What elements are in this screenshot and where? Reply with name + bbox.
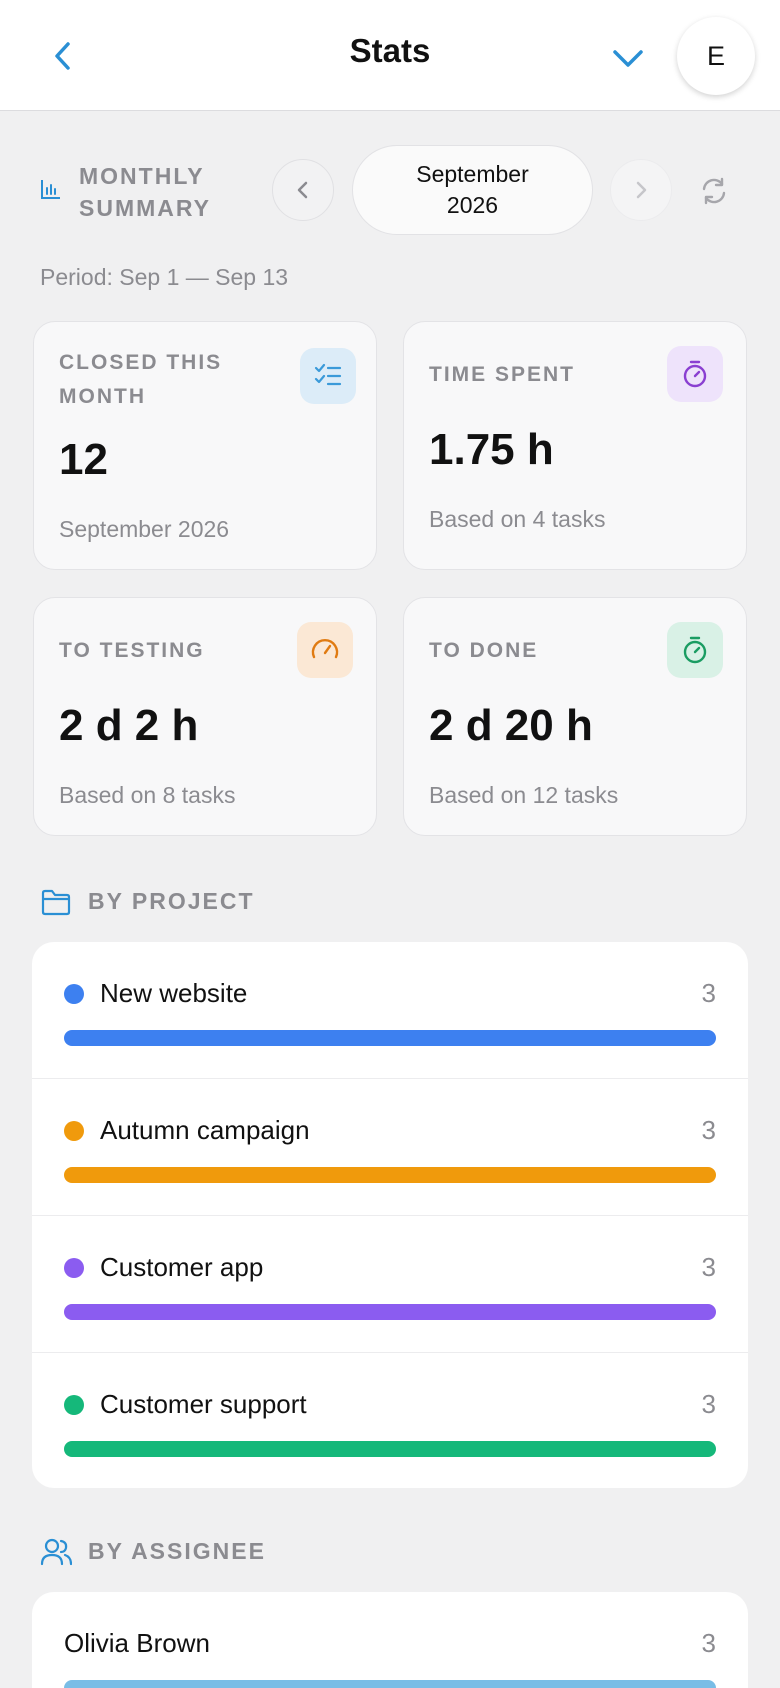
card-value: 2 d 2 h <box>59 701 199 750</box>
list-item[interactable]: Customer app 3 <box>32 1216 748 1353</box>
card-subtitle: Based on 4 tasks <box>429 506 606 532</box>
list-item[interactable]: New website 3 <box>32 942 748 1079</box>
progress-bar <box>64 1441 716 1457</box>
item-count: 3 <box>701 1389 716 1419</box>
color-dot <box>64 1121 84 1141</box>
folder-icon <box>41 889 71 916</box>
card-value: 2 d 20 h <box>429 701 593 750</box>
item-count: 3 <box>701 1628 716 1658</box>
card-label: TIME SPENT <box>429 363 576 386</box>
item-name: Olivia Brown <box>64 1628 210 1658</box>
card-value: 1.75 h <box>429 425 554 474</box>
card-label: TO DONE <box>429 639 539 662</box>
card-label: CLOSED THIS MONTH <box>59 351 223 408</box>
users-icon <box>40 1538 72 1566</box>
refresh-button[interactable] <box>698 175 730 207</box>
stopwatch-icon <box>667 346 723 402</box>
card-label: TO TESTING <box>59 639 205 662</box>
item-name: Customer support <box>100 1389 307 1419</box>
avatar[interactable]: E <box>677 17 755 95</box>
closed-this-month-card: CLOSED THIS MONTH 12 September 2026 <box>33 321 377 570</box>
color-dot <box>64 1258 84 1278</box>
period-text: Period: Sep 1 — Sep 13 <box>40 264 289 290</box>
page-title: Stats <box>349 32 431 69</box>
next-month-button[interactable] <box>610 159 672 221</box>
top-bar: Stats E <box>0 0 780 111</box>
previous-month-button[interactable] <box>272 159 334 221</box>
progress-bar <box>64 1680 716 1688</box>
checklist-icon <box>300 348 356 404</box>
dropdown-button[interactable] <box>608 38 648 78</box>
progress-bar <box>64 1167 716 1183</box>
color-dot <box>64 1395 84 1415</box>
chevron-right-icon <box>636 181 647 199</box>
monthly-summary-label: MONTHLY SUMMARY <box>79 163 211 221</box>
project-list: New website 3 Autumn campaign 3 Customer app… <box>32 942 748 1488</box>
refresh-icon <box>702 177 726 205</box>
bar-chart-icon <box>41 180 60 199</box>
chevron-down-icon <box>613 50 643 67</box>
item-name: Customer app <box>100 1252 264 1282</box>
progress-bar <box>64 1304 716 1320</box>
list-item[interactable]: Customer support 3 <box>32 1353 748 1488</box>
by-assignee-label: BY ASSIGNEE <box>88 1538 266 1564</box>
card-subtitle: September 2026 <box>59 516 230 542</box>
assignee-list: Olivia Brown 3 <box>32 1592 748 1688</box>
to-done-card: TO DONE 2 d 20 h Based on 12 tasks <box>403 597 747 836</box>
list-item[interactable]: Olivia Brown 3 <box>32 1592 748 1688</box>
timer-icon <box>667 622 723 678</box>
by-project-label: BY PROJECT <box>88 888 255 914</box>
to-testing-card: TO TESTING 2 d 2 h Based on 8 tasks <box>33 597 377 836</box>
progress-bar <box>64 1030 716 1046</box>
month-selector[interactable]: September 2026 <box>352 145 593 235</box>
gauge-icon <box>297 622 353 678</box>
item-name: New website <box>100 978 248 1008</box>
card-subtitle: Based on 12 tasks <box>429 782 619 808</box>
list-item[interactable]: Autumn campaign 3 <box>32 1079 748 1216</box>
chevron-left-icon <box>297 181 308 199</box>
color-dot <box>64 984 84 1004</box>
item-count: 3 <box>701 1115 716 1145</box>
item-count: 3 <box>701 978 716 1008</box>
card-subtitle: Based on 8 tasks <box>59 782 236 808</box>
time-spent-card: TIME SPENT 1.75 h Based on 4 tasks <box>403 321 747 570</box>
item-count: 3 <box>701 1252 716 1282</box>
card-value: 12 <box>59 435 108 484</box>
item-name: Autumn campaign <box>100 1115 310 1145</box>
